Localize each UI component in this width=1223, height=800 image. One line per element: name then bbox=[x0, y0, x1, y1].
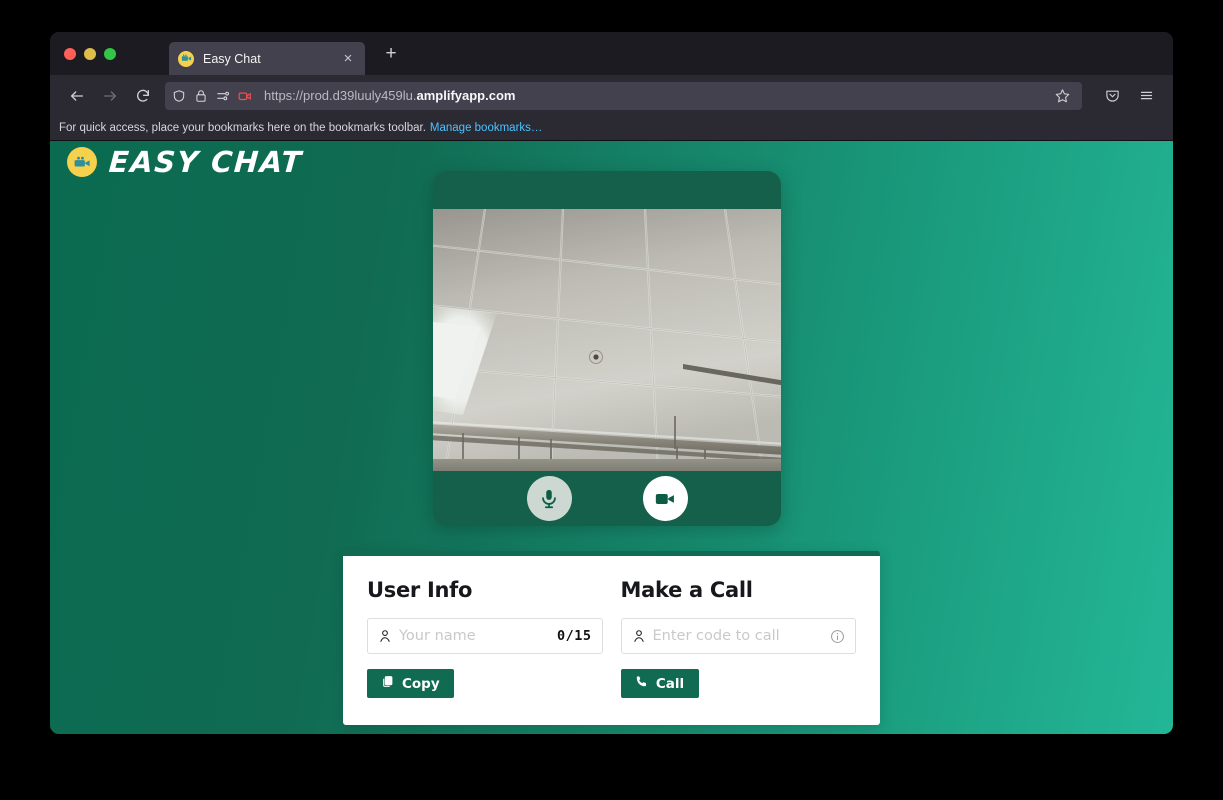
minimize-window-button[interactable] bbox=[84, 48, 96, 60]
hamburger-menu-icon[interactable] bbox=[1131, 82, 1161, 110]
person-icon bbox=[378, 629, 392, 643]
window-traffic-lights bbox=[60, 48, 122, 60]
pocket-icon[interactable] bbox=[1097, 82, 1127, 110]
tab-strip: Easy Chat × + bbox=[50, 32, 1173, 75]
forward-arrow-icon[interactable] bbox=[95, 82, 125, 110]
copy-icon bbox=[381, 675, 394, 692]
manage-bookmarks-link[interactable]: Manage bookmarks… bbox=[430, 122, 543, 134]
close-window-button[interactable] bbox=[64, 48, 76, 60]
name-char-counter: 0/15 bbox=[557, 628, 592, 644]
url-domain: amplifyapp.com bbox=[417, 88, 516, 103]
camera-button[interactable] bbox=[643, 476, 688, 521]
address-bar[interactable]: https://prod.d39luuly459lu.amplifyapp.co… bbox=[165, 82, 1082, 110]
video-camera-icon bbox=[67, 147, 97, 177]
local-video-card bbox=[433, 171, 781, 526]
permissions-icon[interactable] bbox=[216, 89, 230, 103]
call-code-input[interactable] bbox=[653, 628, 824, 644]
user-info-section: User Info 0/15 Copy bbox=[358, 578, 612, 698]
url-text[interactable]: https://prod.d39luuly459lu.amplifyapp.co… bbox=[264, 88, 1041, 103]
user-info-title: User Info bbox=[367, 578, 603, 602]
bookmarks-toolbar: For quick access, place your bookmarks h… bbox=[50, 116, 1173, 141]
url-prefix: https://prod.d39luuly459lu. bbox=[264, 88, 417, 103]
toolbar-right-icons bbox=[1097, 82, 1161, 110]
call-button-label: Call bbox=[656, 676, 684, 692]
copy-button[interactable]: Copy bbox=[367, 669, 454, 698]
reload-icon[interactable] bbox=[128, 82, 158, 110]
navigation-toolbar: https://prod.d39luuly459lu.amplifyapp.co… bbox=[50, 75, 1173, 116]
person-icon bbox=[632, 629, 646, 643]
video-camera-favicon bbox=[178, 51, 194, 67]
call-button[interactable]: Call bbox=[621, 669, 699, 698]
app-page: EASY CHAT bbox=[50, 141, 1173, 734]
new-tab-button[interactable]: + bbox=[379, 44, 403, 63]
video-controls bbox=[433, 471, 781, 526]
browser-window: Easy Chat × + https bbox=[50, 32, 1173, 734]
tab-easy-chat[interactable]: Easy Chat × bbox=[169, 42, 365, 75]
bookmarks-message: For quick access, place your bookmarks h… bbox=[59, 122, 426, 134]
copy-button-label: Copy bbox=[402, 676, 440, 692]
lock-icon[interactable] bbox=[194, 89, 208, 103]
info-icon[interactable] bbox=[830, 629, 845, 644]
name-field[interactable]: 0/15 bbox=[367, 618, 603, 654]
tab-title: Easy Chat bbox=[203, 52, 331, 66]
brand-logo: EASY CHAT bbox=[67, 145, 303, 179]
close-icon[interactable]: × bbox=[340, 51, 356, 66]
microphone-button[interactable] bbox=[527, 476, 572, 521]
call-code-field[interactable] bbox=[621, 618, 857, 654]
video-card-top-bar bbox=[433, 171, 781, 209]
bookmark-star-icon[interactable] bbox=[1049, 83, 1075, 109]
back-arrow-icon[interactable] bbox=[62, 82, 92, 110]
name-input[interactable] bbox=[399, 628, 550, 644]
controls-card: User Info 0/15 Copy Make a Call bbox=[343, 551, 880, 725]
camera-active-icon[interactable] bbox=[238, 89, 252, 103]
make-call-title: Make a Call bbox=[621, 578, 857, 602]
video-feed bbox=[433, 209, 781, 471]
maximize-window-button[interactable] bbox=[104, 48, 116, 60]
brand-name: EASY CHAT bbox=[108, 145, 304, 179]
make-call-section: Make a Call Call bbox=[612, 578, 866, 698]
phone-icon bbox=[635, 675, 648, 692]
shield-icon[interactable] bbox=[172, 89, 186, 103]
